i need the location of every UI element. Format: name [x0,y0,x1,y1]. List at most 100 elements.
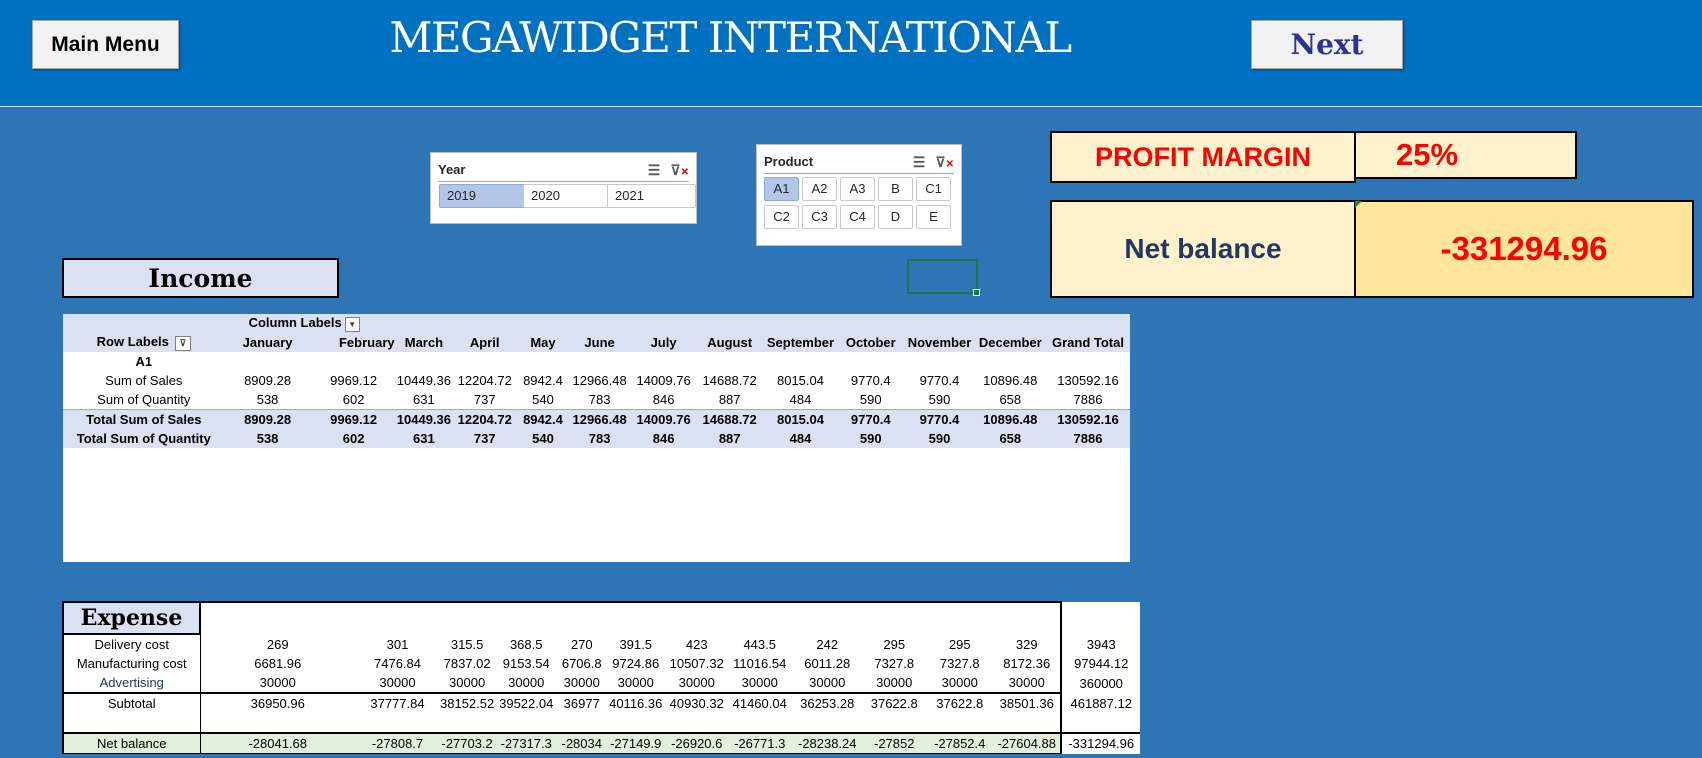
table-cell[interactable]: 30000 [727,673,793,693]
table-cell[interactable]: 30000 [666,673,728,693]
table-cell[interactable]: 36950.96 [200,692,355,713]
product-chip-c2[interactable]: C2 [764,205,799,229]
table-cell[interactable]: -27604.88 [993,732,1063,754]
table-cell[interactable]: -26771.3 [727,732,793,754]
table-cell[interactable]: -28034 [558,732,606,754]
table-cell[interactable]: 37777.84 [355,692,440,713]
multi-select-icon[interactable]: ☰ [648,161,661,182]
table-cell[interactable]: 9724.86 [605,654,667,673]
year-chip-2019[interactable]: 2019 [439,184,528,208]
product-chip-a3[interactable]: A3 [840,177,875,201]
year-chip-2020[interactable]: 2020 [523,184,612,208]
table-cell[interactable]: 9770.4 [837,371,904,390]
table-cell[interactable]: -27149.9 [605,732,667,754]
clear-filter-icon[interactable]: ⊽✕ [935,153,954,174]
table-cell[interactable]: 368.5 [494,634,559,654]
table-cell[interactable]: 484 [763,429,838,448]
table-cell[interactable]: 40116.36 [605,692,667,713]
dropdown-icon[interactable]: ▼ [344,316,360,332]
table-cell[interactable]: 10896.48 [974,409,1046,429]
grand-total-cell[interactable]: 97944.12 [1061,654,1141,673]
table-cell[interactable]: 14688.72 [696,371,764,390]
product-chip-b[interactable]: B [878,177,913,201]
table-cell[interactable]: 30000 [355,673,440,693]
main-menu-button[interactable]: Main Menu [32,20,179,69]
row-label[interactable]: Delivery cost [62,634,201,654]
table-cell[interactable]: 783 [567,429,632,448]
grand-total-cell[interactable]: -331294.96 [1061,732,1141,754]
year-chip-2021[interactable]: 2021 [607,184,696,208]
table-cell[interactable]: 538 [225,390,311,410]
product-chip-a2[interactable]: A2 [802,177,837,201]
table-cell[interactable]: 590 [904,429,975,448]
table-cell[interactable]: 783 [568,390,632,410]
month-header[interactable]: December [974,333,1046,352]
table-cell[interactable]: 30000 [926,673,994,693]
table-cell[interactable]: 9153.54 [494,654,559,673]
row-label[interactable]: Manufacturing cost [62,654,201,673]
table-cell[interactable]: 9770.4 [904,371,974,390]
table-cell[interactable]: 484 [764,390,837,410]
table-cell[interactable]: -28041.68 [200,732,355,754]
selected-cell[interactable] [907,259,980,296]
month-header[interactable]: April [451,333,519,352]
table-cell[interactable]: 9770.4 [837,409,905,429]
table-cell[interactable]: 30000 [558,673,606,693]
product-chip-a1[interactable]: A1 [764,177,799,201]
table-cell[interactable]: 301 [355,634,440,654]
table-cell[interactable]: 130592.16 [1046,371,1130,390]
table-cell[interactable]: 887 [695,429,764,448]
month-header[interactable]: June [567,333,632,352]
table-cell[interactable]: 631 [397,390,452,410]
row-label[interactable]: Sum of Sales [63,371,225,390]
table-cell[interactable]: 12966.48 [568,371,632,390]
table-cell[interactable]: 6706.8 [558,654,606,673]
table-cell[interactable]: 9770.4 [904,409,975,429]
table-cell[interactable]: 30000 [440,673,495,693]
table-cell[interactable]: 10896.48 [975,371,1046,390]
table-cell[interactable]: 540 [518,429,568,448]
table-cell[interactable]: 37622.8 [926,692,994,713]
table-cell[interactable]: 7327.8 [862,654,927,673]
clear-filter-icon[interactable]: ⊽✕ [670,161,689,182]
table-cell[interactable]: 846 [631,429,696,448]
table-cell[interactable]: 8942.4 [518,371,567,390]
table-cell[interactable]: 11016.54 [727,654,793,673]
table-cell[interactable]: 12204.72 [451,371,518,390]
table-cell[interactable]: 242 [792,634,863,654]
row-label[interactable]: Advertising [62,673,201,693]
table-cell[interactable]: 30000 [200,673,355,693]
table-cell[interactable]: 37622.8 [862,692,927,713]
table-cell[interactable]: 8015.04 [764,371,837,390]
month-header[interactable]: August [695,333,764,352]
table-cell[interactable]: 36977 [558,692,606,713]
table-cell[interactable]: 295 [862,634,927,654]
table-cell[interactable]: 8015.04 [763,409,838,429]
table-cell[interactable]: 887 [696,390,764,410]
table-cell[interactable]: 41460.04 [727,692,793,713]
table-cell[interactable]: 590 [837,390,904,410]
table-cell[interactable]: 269 [200,634,355,654]
row-label[interactable]: Net balance [62,732,201,754]
grand-total-cell[interactable]: 3943 [1061,634,1141,654]
table-cell[interactable]: -28238.24 [792,732,863,754]
month-header[interactable]: Grand Total [1045,333,1130,352]
table-cell[interactable]: 602 [311,390,397,410]
row-label[interactable]: Total Sum of Quantity [63,429,225,448]
table-cell[interactable]: 38501.36 [993,692,1063,713]
product-chip-c3[interactable]: C3 [802,205,837,229]
month-header[interactable]: November [904,333,975,352]
product-chip-c4[interactable]: C4 [840,205,875,229]
table-cell[interactable]: 391.5 [605,634,667,654]
grand-total-cell[interactable]: 360000 [1061,673,1141,693]
table-cell[interactable]: 270 [558,634,606,654]
net-balance-value[interactable]: -331294.96 [1354,200,1694,298]
table-cell[interactable]: 8172.36 [993,654,1063,673]
filter-icon[interactable]: ⊽ [174,335,191,351]
month-header[interactable]: May [518,333,568,352]
table-cell[interactable]: 30000 [494,673,559,693]
table-cell[interactable]: 538 [224,429,311,448]
multi-select-icon[interactable]: ☰ [913,153,926,174]
table-cell[interactable]: 315.5 [440,634,495,654]
month-header[interactable]: March [396,333,452,352]
